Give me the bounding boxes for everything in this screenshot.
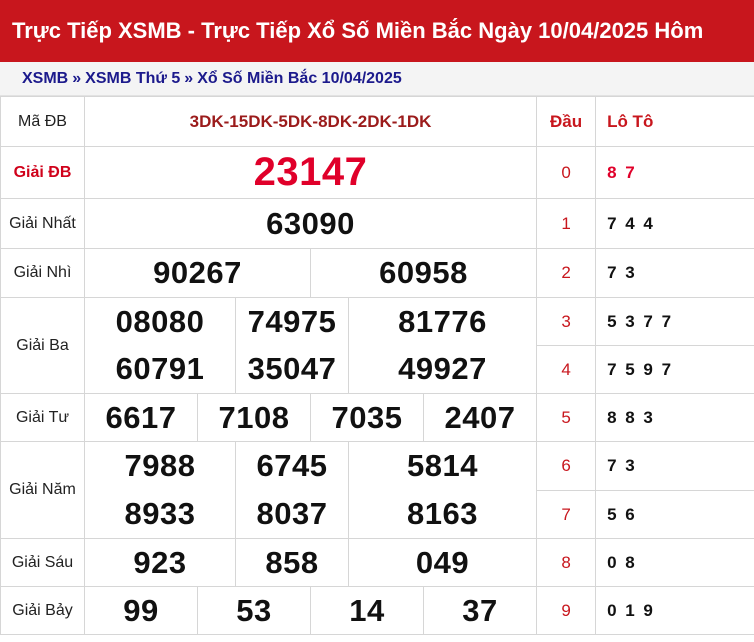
loto-cell: 7 3 [595, 248, 754, 298]
dau-cell: 7 [536, 490, 597, 539]
prize-number: 7988 [84, 441, 236, 491]
dau-cell: 2 [536, 248, 597, 298]
table-row: Mã ĐB 3DK-15DK-5DK-8DK-2DK-1DK Đầu Lô Tô [0, 96, 754, 147]
prize-number: 8037 [235, 490, 349, 539]
prize-number: 8933 [84, 490, 236, 539]
table-row: Giải Tư 6617 7108 7035 2407 5 8 8 3 [0, 393, 754, 442]
dau-cell: 6 [536, 441, 597, 491]
prize-number: 8163 [347, 490, 538, 539]
prize-number: 74975 [235, 297, 349, 346]
prize-label-tu: Giải Tư [0, 393, 85, 442]
table-row: Giải ĐB 23147 0 8 7 [0, 146, 754, 199]
table-row: 8933 8037 8163 7 5 6 [1, 490, 754, 539]
loto-header: Lô Tô [595, 96, 754, 147]
prize-number: 99 [84, 586, 198, 635]
breadcrumb-separator: » [72, 70, 82, 87]
loto-cell: 0 1 9 [595, 586, 754, 635]
breadcrumb-link-xsmb[interactable]: XSMB [22, 70, 68, 87]
dau-cell: 1 [536, 198, 597, 249]
prize-number: 7108 [197, 393, 311, 442]
prize-number: 49927 [347, 345, 538, 394]
prize-number: 53 [197, 586, 311, 635]
prize-number: 35047 [235, 345, 349, 394]
page-title-bar: Trực Tiếp XSMB - Trực Tiếp Xổ Số Miền Bắ… [0, 0, 754, 62]
breadcrumb: XSMB» XSMB Thứ 5» Xổ Số Miền Bắc 10/04/202… [0, 62, 754, 96]
loto-cell: 5 6 [595, 490, 754, 539]
prize-label-ba: Giải Ba [0, 297, 85, 394]
prize-number: 7035 [310, 393, 424, 442]
prize-number: 858 [235, 538, 349, 587]
loto-cell: 8 7 [595, 146, 754, 199]
dau-header: Đầu [536, 96, 597, 147]
results-table: Mã ĐB 3DK-15DK-5DK-8DK-2DK-1DK Đầu Lô Tô… [0, 96, 754, 635]
prize-number: 14 [310, 586, 424, 635]
table-row: Giải Ba 08080 74975 81776 3 5 3 7 7 [0, 297, 754, 394]
prize-label-nam: Giải Năm [0, 441, 85, 539]
prize-label-db: Giải ĐB [0, 146, 85, 199]
prize-number: 60958 [309, 248, 538, 298]
table-row: Giải Nhì 90267 60958 2 7 3 [0, 248, 754, 298]
loto-cell: 7 3 [595, 441, 754, 491]
table-row: Giải Nhất 63090 1 7 4 4 [0, 198, 754, 249]
ma-db-label: Mã ĐB [0, 96, 85, 147]
breadcrumb-separator: » [184, 70, 194, 87]
prize-label-nhi: Giải Nhì [0, 248, 85, 298]
prize-number: 08080 [84, 297, 236, 346]
breadcrumb-link-xsmb-thu-5[interactable]: XSMB Thứ 5 [85, 70, 180, 87]
dau-cell: 9 [536, 586, 597, 635]
page-title: Trực Tiếp XSMB - Trực Tiếp Xổ Số Miền Bắ… [12, 18, 704, 43]
prize-number: 2407 [422, 393, 538, 442]
prize-number: 37 [422, 586, 538, 635]
dau-cell: 0 [536, 146, 597, 199]
breadcrumb-link-current[interactable]: Xổ Số Miền Bắc 10/04/2025 [197, 70, 402, 87]
prize-number-db: 23147 [83, 146, 538, 199]
table-row: 60791 35047 49927 4 7 5 9 7 [1, 345, 754, 394]
ma-db-value: 3DK-15DK-5DK-8DK-2DK-1DK [83, 96, 538, 147]
dau-cell: 5 [536, 393, 597, 442]
prize-number: 049 [347, 538, 538, 587]
prize-label-sau: Giải Sáu [0, 538, 85, 587]
prize-number: 90267 [84, 248, 311, 298]
loto-cell: 0 8 [595, 538, 754, 587]
dau-cell: 4 [536, 345, 597, 394]
dau-cell: 8 [536, 538, 597, 587]
loto-cell: 7 4 4 [595, 198, 754, 249]
prize-number: 6617 [84, 393, 198, 442]
table-row: Giải Sáu 923 858 049 8 0 8 [0, 538, 754, 587]
prize-number: 63090 [83, 198, 538, 249]
loto-cell: 7 5 9 7 [595, 345, 754, 394]
prize-label-nhat: Giải Nhất [0, 198, 85, 249]
table-row: Giải Bảy 99 53 14 37 9 0 1 9 [0, 586, 754, 635]
prize-label-bay: Giải Bảy [0, 586, 85, 635]
table-row: Giải Năm 7988 6745 5814 6 7 3 [0, 441, 754, 539]
dau-cell: 3 [536, 297, 597, 346]
prize-number: 6745 [235, 441, 349, 491]
prize-number: 81776 [347, 297, 538, 346]
prize-number: 60791 [84, 345, 236, 394]
prize-number: 5814 [347, 441, 538, 491]
loto-cell: 5 3 7 7 [595, 297, 754, 346]
loto-cell: 8 8 3 [595, 393, 754, 442]
prize-number: 923 [84, 538, 236, 587]
